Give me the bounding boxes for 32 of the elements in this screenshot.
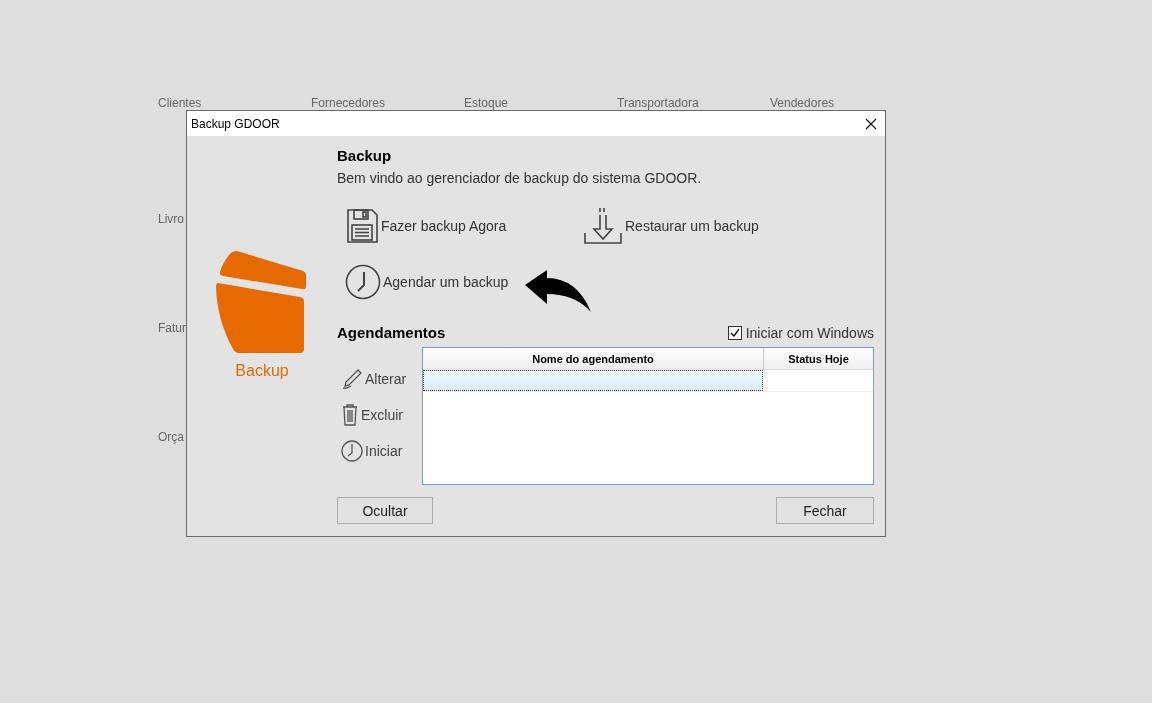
menu-label[interactable]: Fatur <box>158 321 186 335</box>
dialog-button[interactable]: Ocultar <box>337 497 433 524</box>
start-with-windows-checkbox[interactable]: Iniciar com Windows <box>727 324 874 341</box>
menu-label[interactable]: Livro <box>158 212 184 226</box>
welcome-text: Bem vindo ao gerenciador de backup do sistema GDOOR. <box>337 170 703 186</box>
action-button[interactable]: Agendar um backup <box>345 262 583 302</box>
menu-label[interactable]: Transportadora <box>617 96 699 110</box>
checkmark-icon <box>729 327 740 338</box>
clock-icon <box>341 440 363 462</box>
pencil-icon <box>341 368 363 390</box>
dialog-button[interactable]: Fechar <box>776 497 874 524</box>
menu-label[interactable]: Clientes <box>158 96 202 110</box>
side-action-button[interactable]: Alterar <box>337 367 422 391</box>
column-header[interactable]: Status Hoje <box>763 348 873 369</box>
menu-label[interactable]: Orça <box>158 430 184 444</box>
logo-icon <box>215 250 309 354</box>
trash-can-icon <box>341 404 359 426</box>
action-button[interactable]: Restaurar um backup <box>583 206 874 246</box>
section-heading: Agendamentos <box>337 324 446 341</box>
download-tray-icon <box>583 207 623 245</box>
menu-label[interactable]: Estoque <box>464 96 509 110</box>
section-heading: Backup <box>337 147 393 164</box>
selected-row-cell[interactable] <box>423 370 763 391</box>
logo-label: Backup <box>235 362 289 380</box>
side-action-button[interactable]: Iniciar <box>337 439 422 463</box>
menu-label[interactable]: Vendedores <box>770 96 835 110</box>
action-button[interactable]: Fazer backup Agora <box>345 206 583 246</box>
side-action-button[interactable]: Excluir <box>337 403 422 427</box>
curved-arrow-icon <box>525 270 591 312</box>
menu-label[interactable]: Fornecedores <box>311 96 386 110</box>
clock-icon <box>345 264 381 300</box>
window-title: Backup GDOOR <box>191 116 280 131</box>
